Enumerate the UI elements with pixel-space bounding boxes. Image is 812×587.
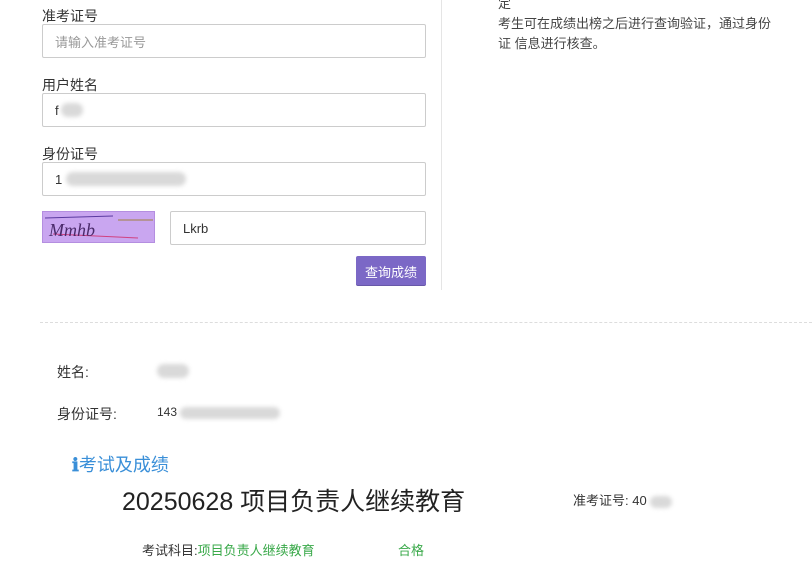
note-line-2: 证 信息进行核查。 xyxy=(498,36,606,51)
result-admission-label: 准考证号: xyxy=(573,493,629,508)
horizontal-divider xyxy=(40,322,812,323)
user-name-value: f xyxy=(55,102,59,118)
id-number-input[interactable]: 1 xyxy=(42,162,426,196)
captcha-text: Mmhb xyxy=(48,220,95,240)
captcha-image[interactable]: Mmhb xyxy=(42,211,155,243)
exam-score-heading: ℹ考试及成绩 xyxy=(72,451,169,477)
redacted-blur xyxy=(60,103,83,117)
vertical-divider xyxy=(441,0,442,290)
admission-number-placeholder: 请输入准考证号 xyxy=(55,34,147,50)
query-score-button[interactable]: 查询成绩 xyxy=(356,256,426,286)
redacted-blur xyxy=(650,495,673,508)
redacted-blur xyxy=(157,363,189,378)
user-name-input[interactable]: f xyxy=(42,93,426,127)
redacted-blur xyxy=(180,406,281,419)
redacted-blur xyxy=(66,172,187,186)
result-id-label: 身份证号: xyxy=(57,406,117,422)
user-name-label: 用户姓名 xyxy=(42,77,98,93)
result-status: 合格 xyxy=(398,543,425,558)
result-subject-value: 项目负责人继续教育 xyxy=(197,543,315,558)
result-name-value xyxy=(157,362,189,380)
info-icon: ℹ xyxy=(72,455,79,475)
exam-score-heading-text: 考试及成绩 xyxy=(78,455,169,475)
result-admission-value: 40 xyxy=(632,493,647,508)
result-subject-label: 考试科目: xyxy=(142,543,198,558)
result-id-text: 143 xyxy=(157,405,178,419)
result-name-label: 姓名: xyxy=(57,364,89,380)
admission-number-label: 准考证号 xyxy=(42,8,98,24)
id-number-value: 1 xyxy=(55,171,63,187)
result-subject-row: 考试科目:项目负责人继续教育 xyxy=(142,540,315,559)
result-id-value: 143 xyxy=(157,405,281,419)
admission-number-input[interactable]: 请输入准考证号 xyxy=(42,24,426,58)
captcha-input[interactable]: Lkrb xyxy=(170,211,426,245)
captcha-graphic: Mmhb xyxy=(44,215,153,240)
note-line-0: 定 xyxy=(498,0,512,11)
captcha-input-value: Lkrb xyxy=(183,220,209,236)
exam-title: 20250628 项目负责人继续教育 xyxy=(122,488,466,516)
result-admission: 准考证号: 40 xyxy=(573,490,673,509)
note-line-1: 考生可在成绩出榜之后进行查询验证，通过身份 xyxy=(498,16,772,31)
id-number-label: 身份证号 xyxy=(42,146,98,162)
